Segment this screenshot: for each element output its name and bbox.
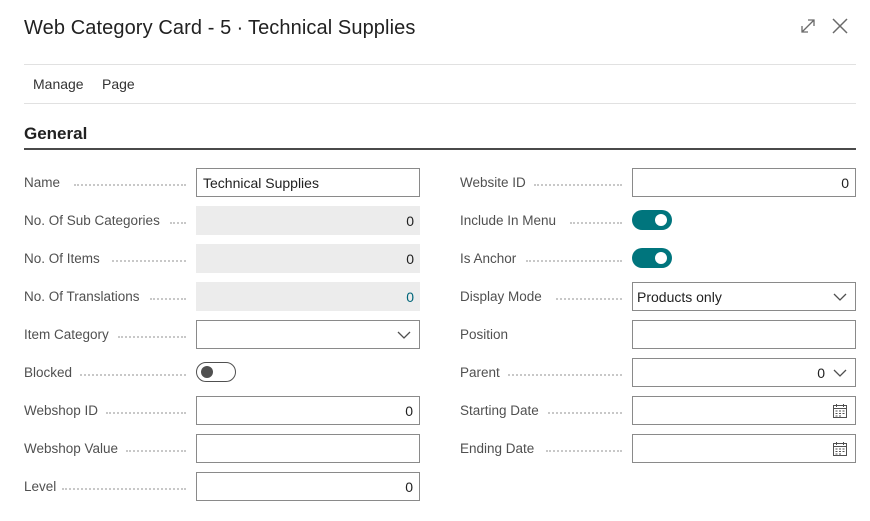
dot-leader <box>526 259 622 262</box>
webshop-id-label: Webshop ID <box>24 403 99 418</box>
calendar-icon[interactable] <box>832 441 848 460</box>
dot-leader <box>126 449 186 452</box>
close-button[interactable] <box>828 16 852 40</box>
parent-value: 0 <box>817 364 825 381</box>
webshop-value-label: Webshop Value <box>24 441 119 456</box>
dot-leader <box>508 373 622 376</box>
calendar-icon[interactable] <box>832 403 848 422</box>
dot-leader <box>80 373 186 376</box>
section-general-title[interactable]: General <box>24 124 87 144</box>
dot-leader <box>570 221 622 224</box>
dot-leader <box>548 411 622 414</box>
dot-leader <box>118 335 186 338</box>
page-title: Web Category Card - 5 ∙ Technical Suppli… <box>24 17 416 39</box>
website-id-field[interactable]: 0 <box>632 168 856 197</box>
translations-field[interactable]: 0 <box>196 282 420 311</box>
position-label: Position <box>460 327 509 342</box>
display-mode-value: Products only <box>637 288 722 305</box>
include-in-menu-label: Include In Menu <box>460 213 557 228</box>
item-category-select[interactable] <box>196 320 420 349</box>
website-id-label: Website ID <box>460 175 526 190</box>
menu-page[interactable]: Page <box>102 76 135 92</box>
dot-leader <box>170 221 186 224</box>
sub-categories-field: 0 <box>196 206 420 235</box>
translations-label: No. Of Translations <box>24 289 140 304</box>
section-underline <box>24 148 856 150</box>
display-mode-label: Display Mode <box>460 289 542 304</box>
toggle-knob <box>655 252 667 264</box>
item-category-label: Item Category <box>24 327 109 342</box>
include-in-menu-toggle[interactable] <box>632 210 672 230</box>
menu-divider <box>24 103 856 104</box>
name-field[interactable]: Technical Supplies <box>196 168 420 197</box>
expand-icon <box>799 17 817 40</box>
display-mode-select[interactable]: Products only <box>632 282 856 311</box>
ending-date-field[interactable] <box>632 434 856 463</box>
is-anchor-label: Is Anchor <box>460 251 517 266</box>
items-field: 0 <box>196 244 420 273</box>
items-label: No. Of Items <box>24 251 100 266</box>
chevron-down-icon <box>833 366 847 383</box>
webshop-id-field[interactable]: 0 <box>196 396 420 425</box>
toggle-knob <box>655 214 667 226</box>
ending-date-label: Ending Date <box>460 441 535 456</box>
blocked-toggle[interactable] <box>196 362 236 382</box>
dot-leader <box>106 411 186 414</box>
expand-button[interactable] <box>796 16 820 40</box>
chevron-down-icon <box>397 328 411 345</box>
dot-leader <box>150 297 186 300</box>
dot-leader <box>534 183 622 186</box>
blocked-label: Blocked <box>24 365 73 380</box>
dot-leader <box>546 449 622 452</box>
dot-leader <box>556 297 622 300</box>
dot-leader <box>62 487 186 490</box>
name-label: Name <box>24 175 61 190</box>
is-anchor-toggle[interactable] <box>632 248 672 268</box>
close-icon <box>831 17 849 40</box>
level-label: Level <box>24 479 57 494</box>
starting-date-field[interactable] <box>632 396 856 425</box>
dot-leader <box>112 259 186 262</box>
chevron-down-icon <box>833 290 847 307</box>
starting-date-label: Starting Date <box>460 403 539 418</box>
toggle-knob <box>201 366 213 378</box>
menu-manage[interactable]: Manage <box>33 76 84 92</box>
position-field[interactable] <box>632 320 856 349</box>
sub-categories-label: No. Of Sub Categories <box>24 213 160 228</box>
header-divider <box>24 64 856 65</box>
dot-leader <box>74 183 186 186</box>
webshop-value-field[interactable] <box>196 434 420 463</box>
translations-value[interactable]: 0 <box>406 289 414 305</box>
level-field[interactable]: 0 <box>196 472 420 501</box>
parent-label: Parent <box>460 365 500 380</box>
parent-select[interactable]: 0 <box>632 358 856 387</box>
